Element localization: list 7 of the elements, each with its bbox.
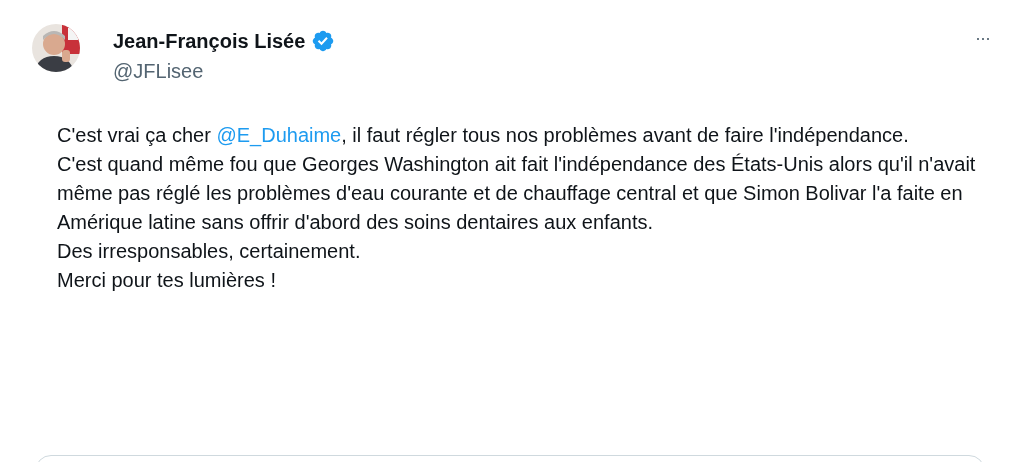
tweet-paragraph: Des irresponsables, certainement.: [57, 239, 362, 264]
tweet-paragraph: Merci pour tes lumières !: [57, 268, 277, 293]
author-name[interactable]: Jean-François Lisée: [113, 28, 306, 54]
author-handle[interactable]: @JFLisee: [113, 57, 336, 85]
more-button[interactable]: ···: [971, 28, 994, 49]
tweet-paragraph: C'est quand même fou que Georges Washington ait fait l'indépendance des États-Unis alors qu'il n'avait même pas réglé les problèmes d'eau courante et de chauffage central et que Simon Bolivar l'a faite en Amérique latine sans offrir d'abord des soins dentaires aux enfants.: [57, 152, 977, 235]
tweet-paragraph: C'est vrai ça cher @E_Duhaime, il faut régler tous nos problèmes avant de faire l'indépendance.: [57, 123, 910, 149]
